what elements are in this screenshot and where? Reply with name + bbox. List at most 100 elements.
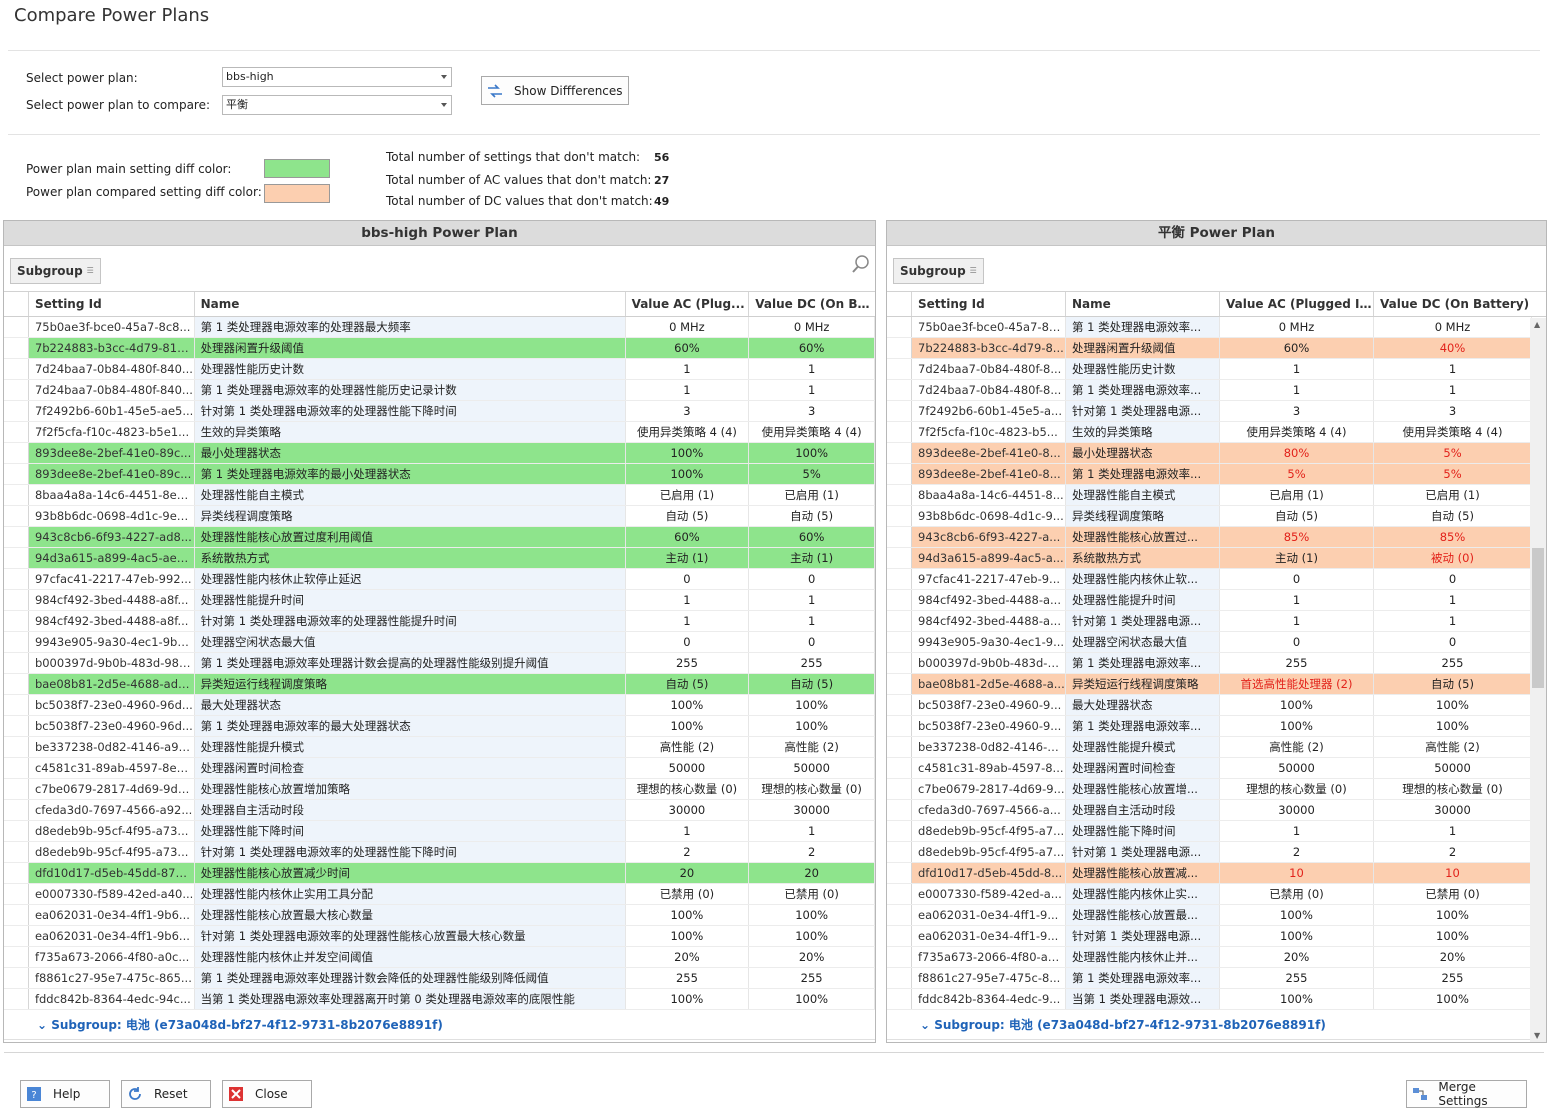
value-dc-cell: 100%	[1374, 695, 1532, 715]
table-row[interactable]: f735a673-2066-4f80-a0... 处理器性能内核休止并... 20%…	[887, 947, 1546, 968]
table-row[interactable]: 893dee8e-2bef-41e0-8... 第 1 类处理器电源效率... 5%…	[887, 464, 1546, 485]
right-scrollbar[interactable]: ▲ ▼	[1530, 318, 1546, 1042]
table-row[interactable]: d8edeb9b-95cf-4f95-a73... 针对第 1 类处理器电源效率的…	[4, 842, 875, 863]
row-indicator	[887, 401, 912, 421]
table-row[interactable]: 8baa4a8a-14c6-4451-8... 处理器性能自主模式 已启用 (1) 已…	[887, 485, 1546, 506]
table-row[interactable]: c4581c31-89ab-4597-8e2... 处理器闲置时间检查 50000 5…	[4, 758, 875, 779]
scroll-up-icon[interactable]: ▲	[1534, 320, 1540, 329]
table-row[interactable]: 93b8b6dc-0698-4d1c-9ee... 异类线程调度策略 自动 (5) 自…	[4, 506, 875, 527]
table-row[interactable]: cfeda3d0-7697-4566-a... 处理器自主活动时段 30000 300…	[887, 800, 1546, 821]
scroll-down-icon[interactable]: ▼	[1534, 1031, 1540, 1040]
right-col-setting-id[interactable]: Setting Id	[912, 292, 1066, 316]
table-row[interactable]: c7be0679-2817-4d69-9d0... 处理器性能核心放置增加策略 理想…	[4, 779, 875, 800]
right-col-value-ac[interactable]: Value AC (Plugged In)	[1220, 292, 1374, 316]
table-row[interactable]: ea062031-0e34-4ff1-9b6... 处理器性能核心放置最大核心数量…	[4, 905, 875, 926]
table-row[interactable]: d8edeb9b-95cf-4f95-a7... 处理器性能下降时间 1 1	[887, 821, 1546, 842]
table-row[interactable]: 7d24baa7-0b84-480f-8... 处理器性能历史计数 1 1	[887, 359, 1546, 380]
close-button[interactable]: Close	[222, 1080, 312, 1108]
table-row[interactable]: 7d24baa7-0b84-480f-840... 处理器性能历史计数 1 1	[4, 359, 875, 380]
right-rows: 75b0ae3f-bce0-45a7-8c... 第 1 类处理器电源效率... 0…	[887, 317, 1546, 1010]
table-row[interactable]: f8861c27-95e7-475c-865... 第 1 类处理器电源效率处理器…	[4, 968, 875, 989]
table-row[interactable]: bc5038f7-23e0-4960-9... 第 1 类处理器电源效率... 10…	[887, 716, 1546, 737]
right-scrollbar-thumb[interactable]	[1532, 548, 1544, 688]
table-row[interactable]: 893dee8e-2bef-41e0-8... 最小处理器状态 80% 5%	[887, 443, 1546, 464]
help-button[interactable]: ? Help	[20, 1080, 110, 1108]
setting-name-cell: 处理器性能自主模式	[194, 485, 626, 505]
right-subgroup-footer[interactable]: ⌄ Subgroup: 电池 (e73a048d-bf27-4f12-9731-…	[887, 1010, 1546, 1040]
value-ac-cell: 1	[1220, 821, 1374, 841]
left-col-setting-id[interactable]: Setting Id	[29, 292, 195, 316]
left-subgroup-footer[interactable]: ⌄ Subgroup: 电池 (e73a048d-bf27-4f12-9731-…	[4, 1010, 875, 1040]
table-row[interactable]: 893dee8e-2bef-41e0-89c... 第 1 类处理器电源效率的最小…	[4, 464, 875, 485]
table-row[interactable]: 984cf492-3bed-4488-a8f... 处理器性能提升时间 1 1	[4, 590, 875, 611]
table-row[interactable]: 984cf492-3bed-4488-a8f... 针对第 1 类处理器电源效率的…	[4, 611, 875, 632]
table-row[interactable]: 7d24baa7-0b84-480f-840... 第 1 类处理器电源效率的处理…	[4, 380, 875, 401]
value-ac-cell: 理想的核心数量 (0)	[626, 779, 750, 799]
table-row[interactable]: bae08b81-2d5e-4688-ad6... 异类短运行线程调度策略 自动 (…	[4, 674, 875, 695]
table-row[interactable]: cfeda3d0-7697-4566-a92... 处理器自主活动时段 30000 3…	[4, 800, 875, 821]
table-row[interactable]: 984cf492-3bed-4488-a... 针对第 1 类处理器电源... 1 1	[887, 611, 1546, 632]
table-row[interactable]: 7b224883-b3cc-4d79-8... 处理器闲置升级阈值 60% 40%	[887, 338, 1546, 359]
table-row[interactable]: be337238-0d82-4146-a... 处理器性能提升模式 高性能 (2) 高…	[887, 737, 1546, 758]
show-differences-button[interactable]: Show Diffferences	[481, 76, 629, 105]
plan-select[interactable]: bbs-high	[222, 67, 452, 87]
table-row[interactable]: b000397d-9b0b-483d-9... 第 1 类处理器电源效率... 25…	[887, 653, 1546, 674]
setting-name-cell: 针对第 1 类处理器电源...	[1066, 842, 1220, 862]
compared-color-swatch[interactable]	[264, 184, 330, 203]
table-row[interactable]: dfd10d17-d5eb-45dd-8... 处理器性能核心放置减... 10 10	[887, 863, 1546, 884]
left-col-value-dc[interactable]: Value DC (On Bat...	[749, 292, 875, 316]
table-row[interactable]: ea062031-0e34-4ff1-9b6... 针对第 1 类处理器电源效率的…	[4, 926, 875, 947]
table-row[interactable]: d8edeb9b-95cf-4f95-a7... 针对第 1 类处理器电源... 2…	[887, 842, 1546, 863]
table-row[interactable]: 984cf492-3bed-4488-a... 处理器性能提升时间 1 1	[887, 590, 1546, 611]
table-row[interactable]: 7f2492b6-60b1-45e5-a... 针对第 1 类处理器电源... 3 3	[887, 401, 1546, 422]
merge-settings-button[interactable]: Merge Settings	[1406, 1080, 1527, 1108]
left-subgroup-button[interactable]: Subgroup ☰	[10, 258, 101, 284]
table-row[interactable]: fddc842b-8364-4edc-94c... 当第 1 类处理器电源效率处理…	[4, 989, 875, 1010]
table-row[interactable]: bc5038f7-23e0-4960-96d... 最大处理器状态 100% 100%	[4, 695, 875, 716]
table-row[interactable]: 97cfac41-2217-47eb-992... 处理器性能内核休止软停止延迟 0…	[4, 569, 875, 590]
table-row[interactable]: 75b0ae3f-bce0-45a7-8c8... 第 1 类处理器电源效率的处理…	[4, 317, 875, 338]
table-row[interactable]: f735a673-2066-4f80-a0c... 处理器性能内核休止并发空间阈值…	[4, 947, 875, 968]
table-row[interactable]: c4581c31-89ab-4597-8... 处理器闲置时间检查 50000 500…	[887, 758, 1546, 779]
table-row[interactable]: 75b0ae3f-bce0-45a7-8c... 第 1 类处理器电源效率... 0…	[887, 317, 1546, 338]
table-row[interactable]: 7b224883-b3cc-4d79-819... 处理器闲置升级阈值 60% 60%	[4, 338, 875, 359]
table-row[interactable]: e0007330-f589-42ed-a40... 处理器性能内核休止实用工具分配…	[4, 884, 875, 905]
table-row[interactable]: 97cfac41-2217-47eb-9... 处理器性能内核休止软... 0 0	[887, 569, 1546, 590]
table-row[interactable]: be337238-0d82-4146-a96... 处理器性能提升模式 高性能 (2…	[4, 737, 875, 758]
table-row[interactable]: bc5038f7-23e0-4960-96d... 第 1 类处理器电源效率的最大…	[4, 716, 875, 737]
table-row[interactable]: 9943e905-9a30-4ec1-9... 处理器空闲状态最大值 0 0	[887, 632, 1546, 653]
right-subgroup-button[interactable]: Subgroup ☰	[893, 258, 984, 284]
table-row[interactable]: 893dee8e-2bef-41e0-89c... 最小处理器状态 100% 100%	[4, 443, 875, 464]
compare-select[interactable]: 平衡	[222, 95, 452, 115]
table-row[interactable]: 93b8b6dc-0698-4d1c-9... 异类线程调度策略 自动 (5) 自动 …	[887, 506, 1546, 527]
table-row[interactable]: c7be0679-2817-4d69-9... 处理器性能核心放置增... 理想的核…	[887, 779, 1546, 800]
search-icon[interactable]	[851, 254, 871, 277]
left-col-name[interactable]: Name	[195, 292, 626, 316]
table-row[interactable]: d8edeb9b-95cf-4f95-a73... 处理器性能下降时间 1 1	[4, 821, 875, 842]
left-col-value-ac[interactable]: Value AC (Plug...	[626, 292, 750, 316]
table-row[interactable]: b000397d-9b0b-483d-98c... 第 1 类处理器电源效率处理器…	[4, 653, 875, 674]
table-row[interactable]: fddc842b-8364-4edc-9... 当第 1 类处理器电源效... 10…	[887, 989, 1546, 1010]
table-row[interactable]: 943c8cb6-6f93-4227-ad8... 处理器性能核心放置过度利用阈值…	[4, 527, 875, 548]
main-color-swatch[interactable]	[264, 159, 330, 178]
table-row[interactable]: ea062031-0e34-4ff1-9... 针对第 1 类处理器电源... 10…	[887, 926, 1546, 947]
table-row[interactable]: bae08b81-2d5e-4688-a... 异类短运行线程调度策略 首选高性能处…	[887, 674, 1546, 695]
table-row[interactable]: 7f2f5cfa-f10c-4823-b5e1... 生效的异类策略 使用异类策略 …	[4, 422, 875, 443]
value-ac-cell: 255	[1220, 653, 1374, 673]
right-col-name[interactable]: Name	[1066, 292, 1220, 316]
table-row[interactable]: 7d24baa7-0b84-480f-8... 第 1 类处理器电源效率... 1 1	[887, 380, 1546, 401]
right-col-value-dc[interactable]: Value DC (On Battery)	[1374, 292, 1532, 316]
table-row[interactable]: 9943e905-9a30-4ec1-9b9... 处理器空闲状态最大值 0 0	[4, 632, 875, 653]
reset-button[interactable]: Reset	[121, 1080, 211, 1108]
table-row[interactable]: dfd10d17-d5eb-45dd-877... 处理器性能核心放置减少时间 20…	[4, 863, 875, 884]
table-row[interactable]: 94d3a615-a899-4ac5-a... 系统散热方式 主动 (1) 被动 (0…	[887, 548, 1546, 569]
table-row[interactable]: 943c8cb6-6f93-4227-a... 处理器性能核心放置过... 85% 8…	[887, 527, 1546, 548]
table-row[interactable]: 8baa4a8a-14c6-4451-8e8... 处理器性能自主模式 已启用 (1…	[4, 485, 875, 506]
table-row[interactable]: ea062031-0e34-4ff1-9... 处理器性能核心放置最... 100%…	[887, 905, 1546, 926]
table-row[interactable]: 7f2492b6-60b1-45e5-ae5... 针对第 1 类处理器电源效率的…	[4, 401, 875, 422]
table-row[interactable]: e0007330-f589-42ed-a... 处理器性能内核休止实... 已禁用 …	[887, 884, 1546, 905]
table-row[interactable]: bc5038f7-23e0-4960-9... 最大处理器状态 100% 100%	[887, 695, 1546, 716]
table-row[interactable]: f8861c27-95e7-475c-8... 第 1 类处理器电源效率... 25…	[887, 968, 1546, 989]
table-row[interactable]: 94d3a615-a899-4ac5-ae2... 系统散热方式 主动 (1) 主动 …	[4, 548, 875, 569]
table-row[interactable]: 7f2f5cfa-f10c-4823-b5... 生效的异类策略 使用异类策略 4 …	[887, 422, 1546, 443]
